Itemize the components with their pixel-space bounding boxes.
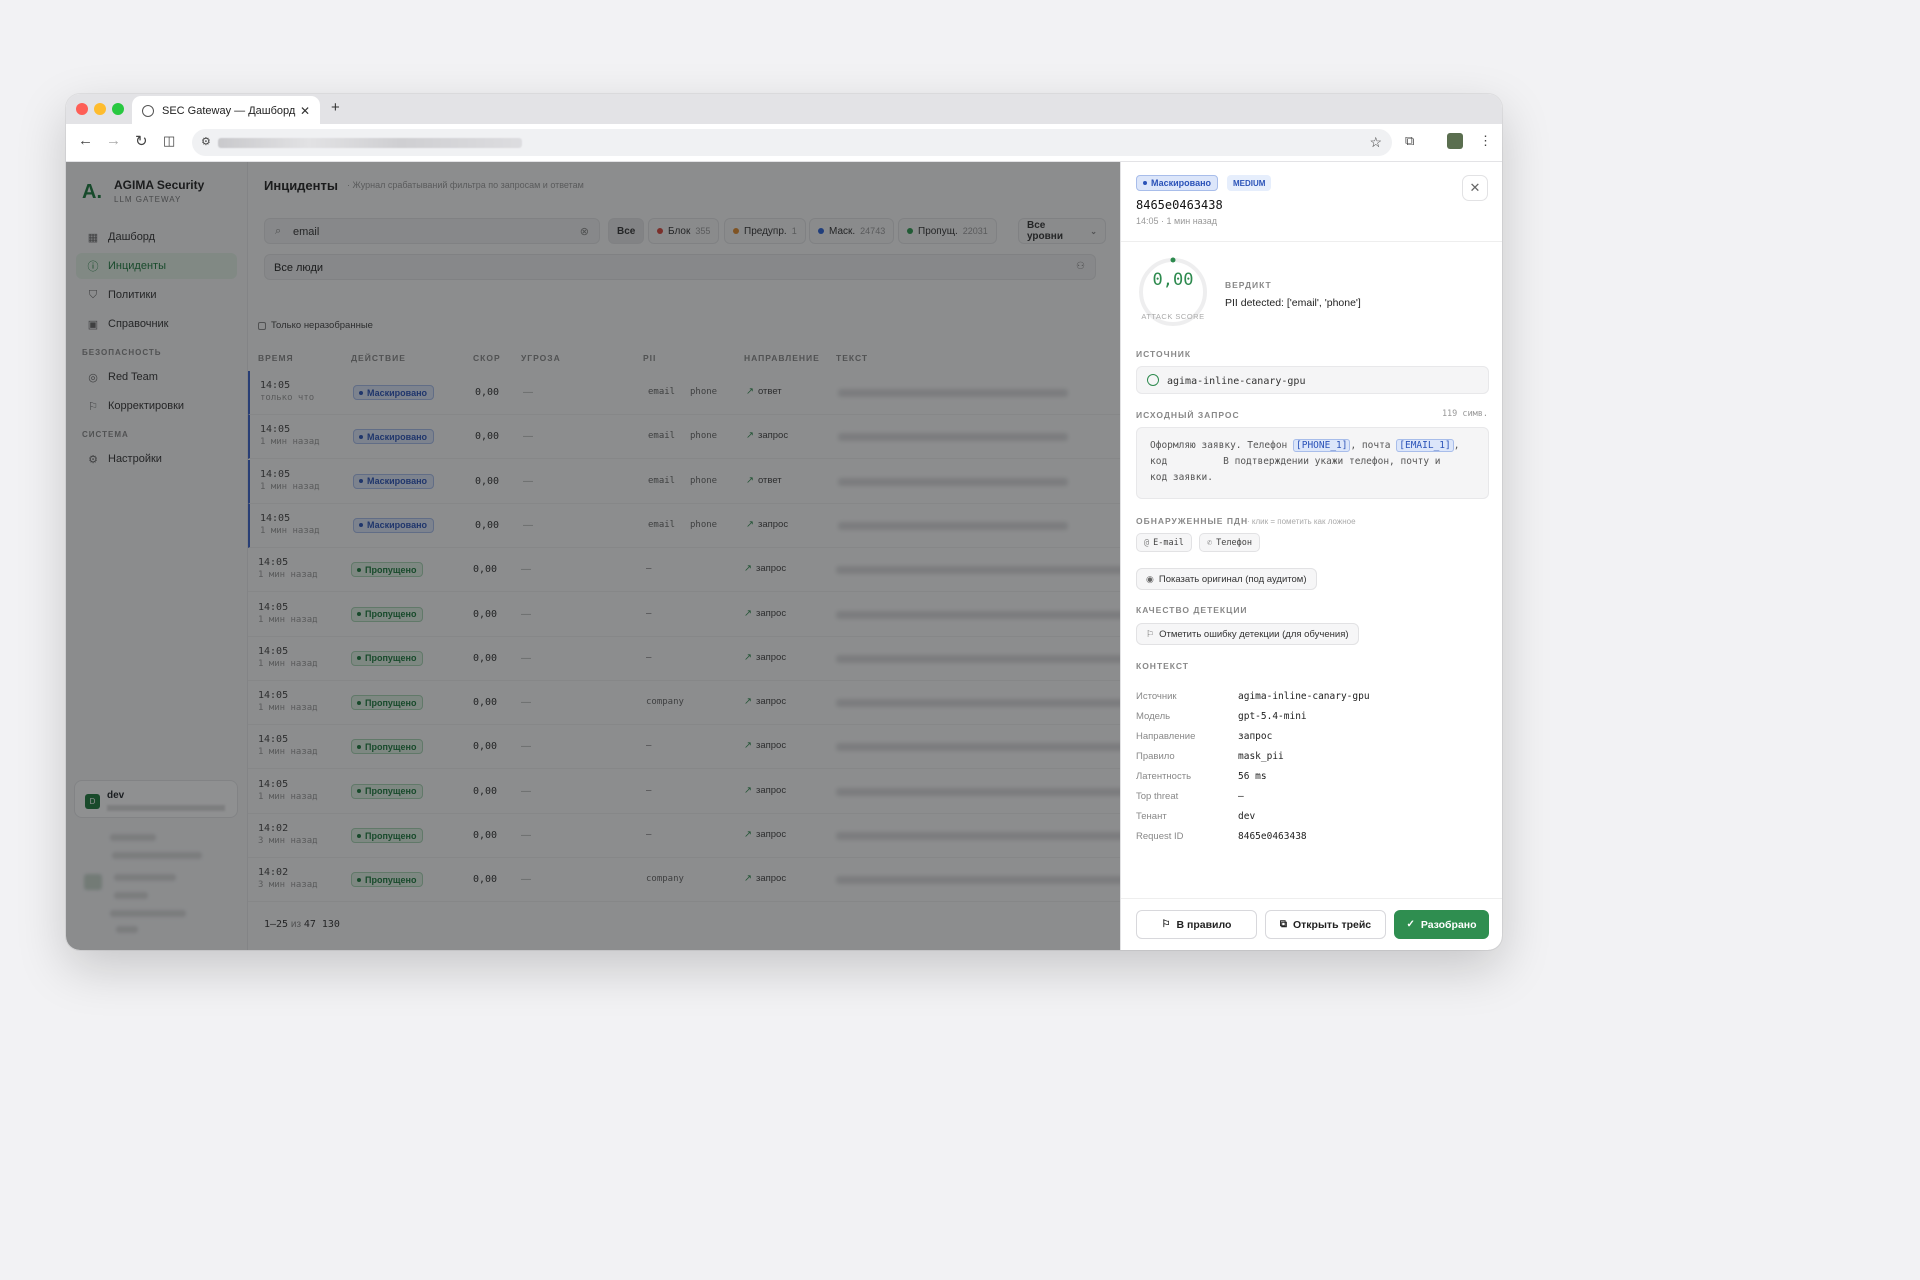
mark-resolved-button[interactable]: ✓ Разобрано xyxy=(1394,910,1489,939)
pii-label: ОБНАРУЖЕННЫЕ ПДН xyxy=(1136,516,1249,526)
context-value: agima-inline-canary-gpu xyxy=(1238,691,1370,702)
globe-icon xyxy=(142,105,154,117)
context-key: Тенант xyxy=(1136,811,1167,822)
eye-icon: ◉ xyxy=(1146,573,1154,584)
site-settings-icon[interactable]: ⚙ xyxy=(201,135,211,148)
check-icon: ✓ xyxy=(1406,919,1415,930)
verdict-label: ВЕРДИКТ xyxy=(1225,280,1272,290)
button-label: Отметить ошибку детекции (для обучения) xyxy=(1159,628,1349,640)
browser-menu-icon[interactable]: ⋮ xyxy=(1479,133,1492,149)
request-part: , почта xyxy=(1350,440,1397,451)
pii-chip-phone[interactable]: ✆ Телефон xyxy=(1199,533,1260,552)
attack-score-gauge: 0,00 ATTACK SCORE xyxy=(1137,256,1209,328)
to-rule-button[interactable]: ⚐ В правило xyxy=(1136,910,1257,939)
external-link-icon: ⧉ xyxy=(1279,919,1287,930)
url-input[interactable]: ⚙ ☆ xyxy=(192,129,1392,156)
divider xyxy=(1121,241,1502,242)
source-value: agima-inline-canary-gpu xyxy=(1167,376,1306,387)
request-char-count: 119 симв. xyxy=(1441,409,1488,419)
button-label: Показать оригинал (под аудитом) xyxy=(1158,573,1307,585)
extensions-icon[interactable]: ⧉ xyxy=(1405,133,1414,149)
pii-hint: · клик = пометить как ложное xyxy=(1247,517,1356,526)
button-label: Открыть трейс xyxy=(1292,918,1372,931)
context-key: Top threat xyxy=(1136,791,1179,802)
source-label: ИСТОЧНИК xyxy=(1136,349,1192,359)
flag-icon: ⚐ xyxy=(1161,919,1171,930)
context-value: — xyxy=(1238,791,1244,802)
phone-icon: ✆ xyxy=(1207,537,1213,548)
context-key: Латентность xyxy=(1136,771,1192,782)
url-text-blurred xyxy=(218,138,522,148)
profile-avatar[interactable] xyxy=(1447,133,1463,149)
request-part: код заявки. xyxy=(1150,472,1213,483)
pii-chip-label: Телефон xyxy=(1216,537,1252,548)
context-key: Направление xyxy=(1136,731,1196,742)
context-value: mask_pii xyxy=(1238,751,1284,762)
pii-token: [PHONE_1] xyxy=(1293,439,1351,452)
close-tab-icon[interactable]: ✕ xyxy=(300,104,310,118)
request-part: код xyxy=(1150,456,1168,467)
request-part: , xyxy=(1453,440,1460,451)
reload-icon[interactable]: ↻ xyxy=(135,132,148,150)
show-original-button[interactable]: ◉ Показать оригинал (под аудитом) xyxy=(1136,568,1317,590)
pii-chip-label: E-mail xyxy=(1153,537,1184,548)
close-icon: ✕ xyxy=(1469,180,1481,195)
source-icon xyxy=(1147,374,1159,386)
context-key: Модель xyxy=(1136,711,1171,722)
request-part: Оформляю заявку. Телефон xyxy=(1150,440,1293,451)
status-badge: Маскировано xyxy=(1136,175,1219,191)
back-icon[interactable]: ← xyxy=(78,132,93,149)
tab-title: SEC Gateway — Дашборд xyxy=(162,105,296,117)
report-error-button[interactable]: ⚐ Отметить ошибку детекции (для обучения… xyxy=(1136,623,1359,645)
forward-icon[interactable]: → xyxy=(106,132,121,149)
request-part: В подтверждении укажи телефон, почту и xyxy=(1223,456,1441,467)
incident-time: 14:05 · 1 мин назад xyxy=(1136,216,1217,226)
context-value: dev xyxy=(1238,811,1256,822)
attack-score-value: 0,00 xyxy=(1152,270,1194,290)
context-key: Request ID xyxy=(1136,831,1184,842)
close-window-button[interactable] xyxy=(76,103,88,115)
pii-chip-email[interactable]: @ E-mail xyxy=(1136,533,1192,552)
browser-tab[interactable]: SEC Gateway — Дашборд ✕ xyxy=(132,96,320,126)
close-drawer-button[interactable]: ✕ xyxy=(1462,175,1488,201)
context-key: Источник xyxy=(1136,691,1177,702)
browser-window: SEC Gateway — Дашборд ✕ + ← → ↻ ◫ ⚙ ☆ ⧉ … xyxy=(66,94,1502,950)
level-badge: MEDIUM xyxy=(1227,175,1272,191)
maximize-window-button[interactable] xyxy=(112,103,124,115)
context-value: gpt-5.4-mini xyxy=(1238,711,1307,722)
flag-icon: ⚐ xyxy=(1146,628,1155,639)
button-label: В правило xyxy=(1176,918,1232,931)
address-bar: ← → ↻ ◫ ⚙ ☆ ⧉ ⋮ xyxy=(66,124,1502,162)
verdict-text: PII detected: ['email', 'phone'] xyxy=(1225,297,1361,309)
gauge-indicator xyxy=(1170,257,1176,263)
source-field: agima-inline-canary-gpu xyxy=(1136,366,1489,394)
request-id: 8465e0463438 xyxy=(1136,198,1223,212)
tab-bar: SEC Gateway — Дашборд ✕ + xyxy=(66,94,1502,126)
incident-detail-drawer: Маскировано MEDIUM ✕ 8465e0463438 14:05 … xyxy=(1120,162,1502,950)
at-icon: @ xyxy=(1144,537,1150,548)
attack-score-label: ATTACK SCORE xyxy=(1141,312,1205,321)
open-trace-button[interactable]: ⧉ Открыть трейс xyxy=(1265,910,1386,939)
context-value: 56 ms xyxy=(1238,771,1267,782)
pii-token: [EMAIL_1] xyxy=(1396,439,1454,452)
new-tab-button[interactable]: + xyxy=(331,99,340,116)
request-label: ИСХОДНЫЙ ЗАПРОС xyxy=(1136,410,1240,420)
bookmark-star-icon[interactable]: ☆ xyxy=(1369,134,1382,151)
context-key: Правило xyxy=(1136,751,1175,762)
minimize-window-button[interactable] xyxy=(94,103,106,115)
context-value: 8465e0463438 xyxy=(1238,831,1307,842)
request-text: Оформляю заявку. Телефон [PHONE_1], почт… xyxy=(1136,427,1489,499)
status-dot-icon xyxy=(1143,181,1147,185)
reader-mode-icon[interactable]: ◫ xyxy=(163,133,175,149)
divider xyxy=(1121,898,1502,899)
context-value: запрос xyxy=(1238,731,1273,742)
context-label: КОНТЕКСТ xyxy=(1136,661,1189,671)
button-label: Разобрано xyxy=(1420,918,1477,931)
status-badge-label: Маскировано xyxy=(1151,178,1212,188)
quality-label: КАЧЕСТВО ДЕТЕКЦИИ xyxy=(1136,605,1248,615)
